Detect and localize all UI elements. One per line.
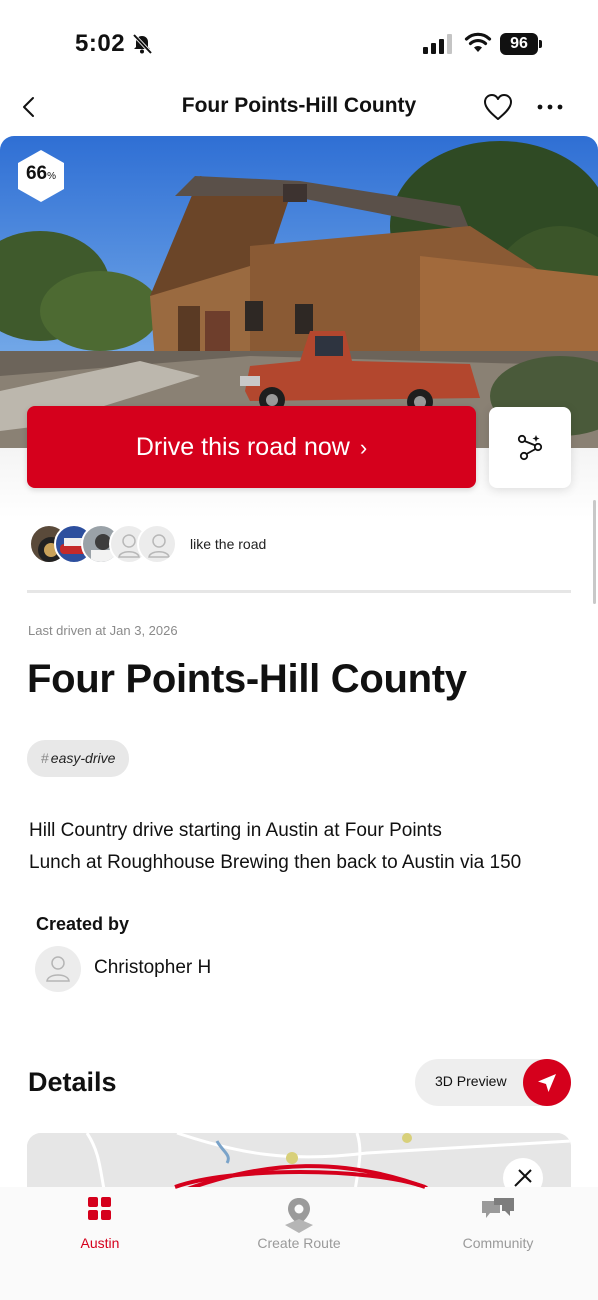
3d-preview-label: 3D Preview xyxy=(435,1073,507,1089)
share-route-button[interactable] xyxy=(489,407,571,488)
created-by-label: Created by xyxy=(36,914,130,934)
battery-cap xyxy=(539,40,542,48)
bell-muted-icon xyxy=(132,33,153,55)
route-title: Four Points-Hill County xyxy=(27,657,467,701)
bottom-tab-bar: Austin Create Route Community xyxy=(0,1170,598,1300)
creator-name[interactable]: Christopher H xyxy=(94,957,211,979)
wifi-icon xyxy=(464,32,492,52)
navigate-arrow-button[interactable] xyxy=(523,1059,571,1106)
user-placeholder-icon xyxy=(46,956,70,982)
creator-avatar[interactable] xyxy=(35,946,81,992)
scroll-indicator[interactable] xyxy=(593,500,596,604)
chevron-right-icon: › xyxy=(359,435,368,460)
tab-austin[interactable]: Austin xyxy=(0,1187,200,1300)
last-driven-date: Last driven at Jan 3, 2026 xyxy=(28,623,178,638)
details-heading: Details xyxy=(28,1067,117,1097)
drive-button-label: Drive this road now xyxy=(135,433,350,461)
liker-avatar-placeholder xyxy=(137,524,177,564)
tag-chip[interactable]: # easy-drive xyxy=(27,740,130,777)
hash-icon: # xyxy=(41,750,49,766)
hero-photo-illustration xyxy=(0,136,598,448)
navigation-header: Four Points-Hill County xyxy=(0,80,598,136)
share-nodes-icon xyxy=(517,434,543,461)
route-description: Hill Country drive starting in Austin at… xyxy=(29,815,521,879)
tab-label: Community xyxy=(462,1235,534,1251)
status-bar: 5:02 96 xyxy=(0,0,598,88)
more-options-icon[interactable] xyxy=(535,94,565,120)
cellular-signal-icon xyxy=(423,34,452,54)
match-score: 66% xyxy=(15,163,67,185)
drive-this-road-button[interactable]: Drive this road now › xyxy=(27,406,476,488)
tab-community[interactable]: Community xyxy=(398,1187,598,1300)
tab-create-route[interactable]: Create Route xyxy=(199,1187,399,1300)
favorite-heart-icon[interactable] xyxy=(482,92,514,122)
description-line: Lunch at Roughhouse Brewing then back to… xyxy=(29,852,522,873)
tab-label: Create Route xyxy=(257,1235,341,1251)
match-score-value: 66 xyxy=(25,163,48,184)
map-pin-icon xyxy=(285,1198,313,1233)
status-time: 5:02 xyxy=(75,30,126,57)
tab-label: Austin xyxy=(80,1235,120,1251)
section-divider xyxy=(27,590,571,593)
battery-level: 96 xyxy=(500,33,538,55)
description-line: Hill Country drive starting in Austin at… xyxy=(29,820,442,841)
3d-preview-button[interactable]: 3D Preview xyxy=(415,1059,571,1106)
navigation-arrow-icon xyxy=(538,1074,556,1092)
likes-text: like the road xyxy=(190,536,267,552)
likes-row[interactable]: like the road xyxy=(29,524,589,564)
battery-indicator: 96 xyxy=(500,33,542,55)
match-score-unit: % xyxy=(47,171,57,182)
tag-label: easy-drive xyxy=(50,750,116,766)
grid-icon xyxy=(88,1197,111,1220)
chat-bubbles-icon xyxy=(482,1198,514,1218)
route-hero-image xyxy=(0,136,598,448)
